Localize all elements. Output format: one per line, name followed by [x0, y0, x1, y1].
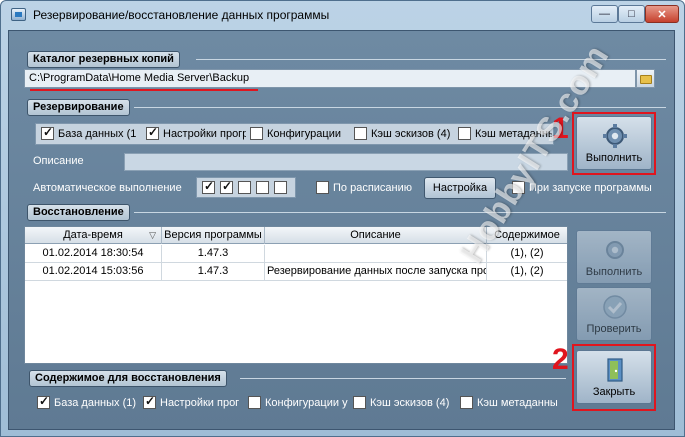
day-checkbox[interactable] — [274, 181, 287, 194]
cell-datetime: 01.02.2014 15:03:56 — [25, 263, 162, 281]
cell-version: 1.47.3 — [162, 263, 265, 281]
checkbox[interactable] — [248, 396, 261, 409]
restore-content-divider — [240, 378, 566, 379]
column-header-version[interactable]: Версия программы — [162, 227, 265, 244]
checkbox[interactable] — [353, 396, 366, 409]
checkbox[interactable] — [143, 396, 156, 409]
gear-icon — [606, 241, 624, 259]
backup-section-title: Резервирование — [27, 99, 130, 116]
checkbox[interactable] — [146, 127, 159, 140]
restore-divider — [134, 212, 666, 213]
restore-option-settings[interactable]: Настройки прог — [143, 396, 243, 409]
restore-option-thumbnail-cache[interactable]: Кэш эскизов (4) — [353, 396, 453, 409]
cell-description: Резервирование данных после запуска про — [265, 263, 487, 281]
cell-datetime: 01.02.2014 18:30:54 — [25, 245, 162, 263]
maximize-button[interactable]: □ — [618, 5, 645, 23]
close-window-button[interactable]: ✕ — [645, 5, 679, 23]
day-checkbox[interactable] — [256, 181, 269, 194]
auto-run-label: Автоматическое выполнение — [33, 182, 182, 194]
sort-arrow-icon: ▽ — [149, 230, 156, 240]
window-title: Резервирование/восстановление данных про… — [33, 8, 330, 22]
backup-option-database[interactable]: База данных (1 — [41, 127, 142, 140]
restore-content-section-title: Содержимое для восстановления — [29, 370, 227, 387]
restore-option-configurations[interactable]: Конфигурации у — [248, 396, 348, 409]
app-icon — [11, 8, 26, 21]
backup-option-thumbnail-cache[interactable]: Кэш эскизов (4) — [354, 127, 454, 140]
day-checkbox[interactable] — [220, 179, 233, 194]
checkbox[interactable] — [316, 181, 329, 194]
title-bar[interactable]: Резервирование/восстановление данных про… — [1, 1, 684, 29]
restore-option-metadata-cache[interactable]: Кэш метаданны — [460, 396, 560, 409]
close-button[interactable]: Закрыть — [576, 350, 652, 404]
checkbox[interactable] — [354, 127, 367, 140]
catalog-section-title: Каталог резервных копий — [27, 51, 180, 68]
backup-option-configurations[interactable]: Конфигурации — [250, 127, 350, 140]
column-header-datetime[interactable]: Дата-время ▽ — [25, 227, 162, 244]
verify-button[interactable]: Проверить — [576, 287, 652, 341]
checkbox[interactable] — [250, 127, 263, 140]
gear-icon — [603, 124, 627, 148]
column-header-description[interactable]: Описание — [265, 227, 487, 244]
checkbox[interactable] — [460, 396, 473, 409]
step-marker-2: 2 — [552, 343, 569, 376]
restore-option-database[interactable]: База данных (1) — [37, 396, 138, 409]
day-checkbox[interactable] — [238, 181, 251, 194]
schedule-checkbox[interactable]: По расписанию — [316, 181, 416, 194]
description-label: Описание — [33, 155, 84, 167]
description-input[interactable] — [124, 153, 568, 171]
checkbox[interactable] — [37, 396, 50, 409]
exit-door-icon — [607, 358, 623, 382]
folder-icon — [640, 75, 652, 84]
check-icon — [603, 295, 627, 319]
checkbox[interactable] — [41, 127, 54, 140]
backup-path-field[interactable]: C:\ProgramData\Home Media Server\Backup — [24, 69, 636, 88]
minimize-button[interactable]: — — [591, 5, 618, 23]
checkbox[interactable] — [458, 127, 471, 140]
backup-execute-button[interactable]: Выполнить — [576, 116, 652, 170]
auto-run-days — [196, 177, 296, 198]
cell-content: (1), (2) — [510, 265, 544, 277]
path-highlight-underline — [30, 89, 258, 91]
cell-version: 1.47.3 — [162, 245, 265, 263]
restore-execute-button[interactable]: Выполнить — [576, 230, 652, 284]
backup-option-settings[interactable]: Настройки прогр — [146, 127, 246, 140]
restore-section-title: Восстановление — [27, 204, 130, 221]
browse-folder-button[interactable] — [636, 69, 655, 88]
day-checkbox[interactable] — [202, 179, 215, 194]
